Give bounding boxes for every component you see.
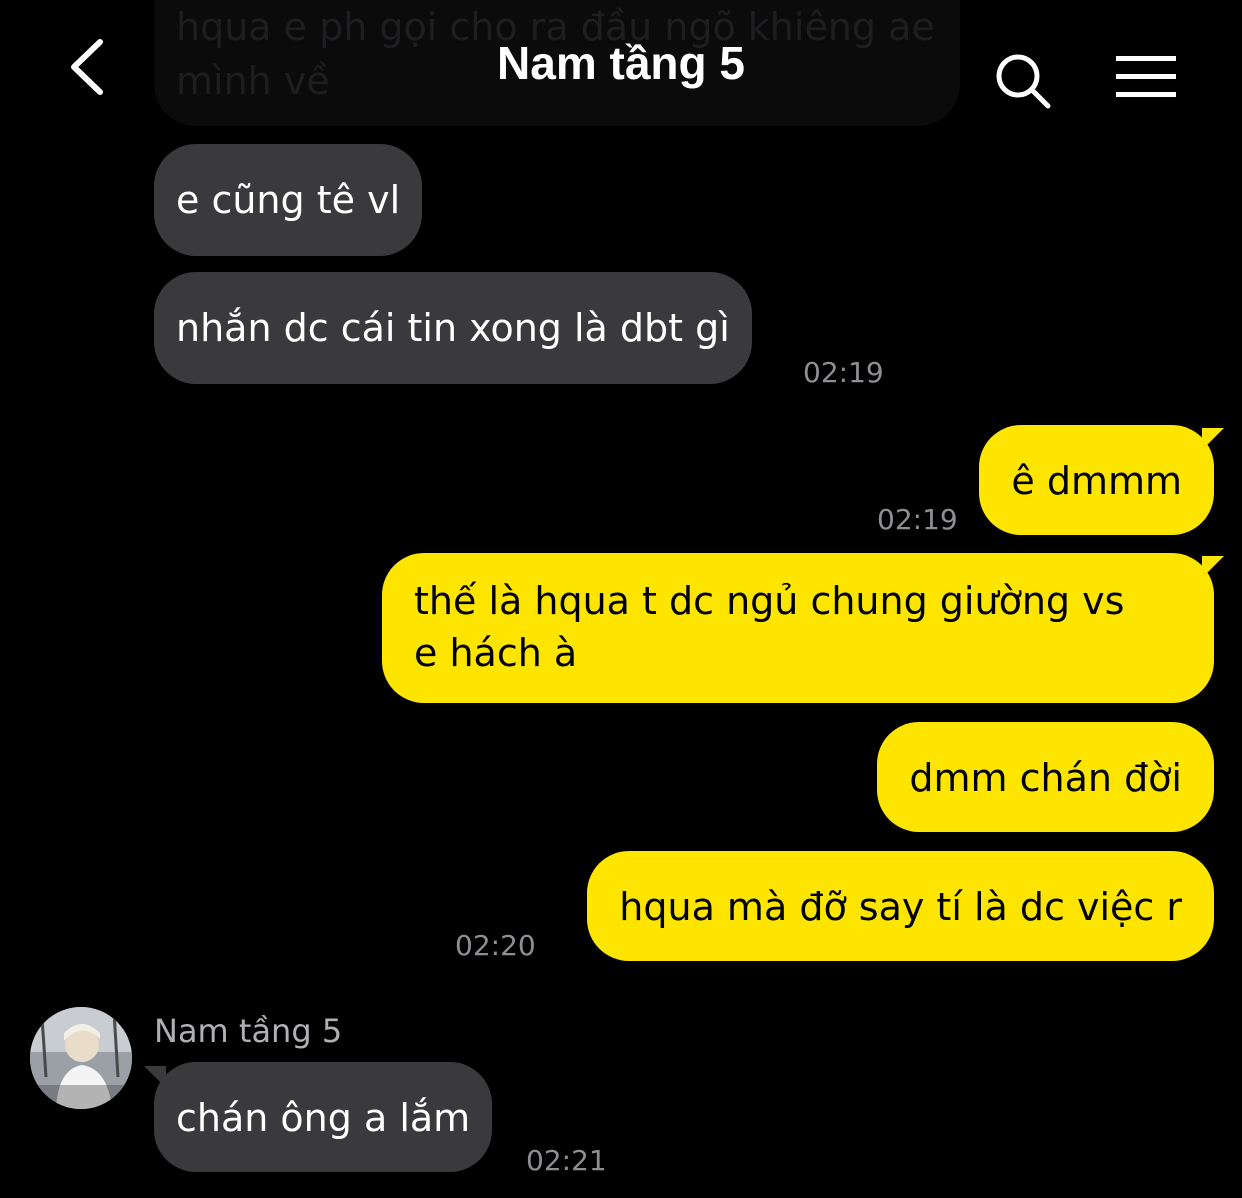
message-timestamp: 02:19 [803, 356, 884, 389]
message-text: dmm chán đời [909, 756, 1182, 800]
avatar[interactable] [30, 1007, 132, 1109]
bubble-tail [144, 1066, 166, 1088]
message-text: ê dmmm [1011, 459, 1182, 503]
hamburger-menu-icon[interactable] [1114, 54, 1178, 100]
bubble-tail [1202, 428, 1224, 450]
message-text-line: e hách à [414, 631, 578, 675]
message-timestamp: 02:21 [526, 1144, 607, 1177]
message-text-line: thế là hqua t dc ngủ chung giường vs [414, 579, 1125, 623]
bubble-tail [1202, 556, 1224, 578]
chat-title: Nam tầng 5 [497, 37, 745, 89]
message-bubble-outgoing[interactable]: thế là hqua t dc ngủ chung giường vs e h… [382, 553, 1214, 703]
message-bubble-incoming[interactable]: e cũng tê vl [154, 144, 423, 256]
search-icon[interactable] [994, 52, 1052, 110]
message-bubble-outgoing[interactable]: ê dmmm [979, 425, 1214, 535]
chat-header: Nam tầng 5 [0, 0, 1242, 140]
message-bubble-incoming[interactable]: nhắn dc cái tin xong là dbt gì [154, 272, 752, 384]
message-text: e cũng tê vl [176, 178, 401, 222]
message-text: hqua mà đỡ say tí là dc việc r [619, 885, 1182, 929]
message-timestamp: 02:20 [455, 929, 536, 962]
message-bubble-outgoing[interactable]: hqua mà đỡ say tí là dc việc r [587, 851, 1214, 961]
message-text: chán ông a lắm [176, 1096, 471, 1140]
message-timestamp: 02:19 [877, 503, 958, 536]
message-bubble-outgoing[interactable]: dmm chán đời [877, 722, 1214, 832]
message-text: nhắn dc cái tin xong là dbt gì [176, 306, 730, 350]
sender-name: Nam tầng 5 [154, 1012, 343, 1050]
message-bubble-incoming[interactable]: chán ông a lắm [154, 1062, 493, 1172]
